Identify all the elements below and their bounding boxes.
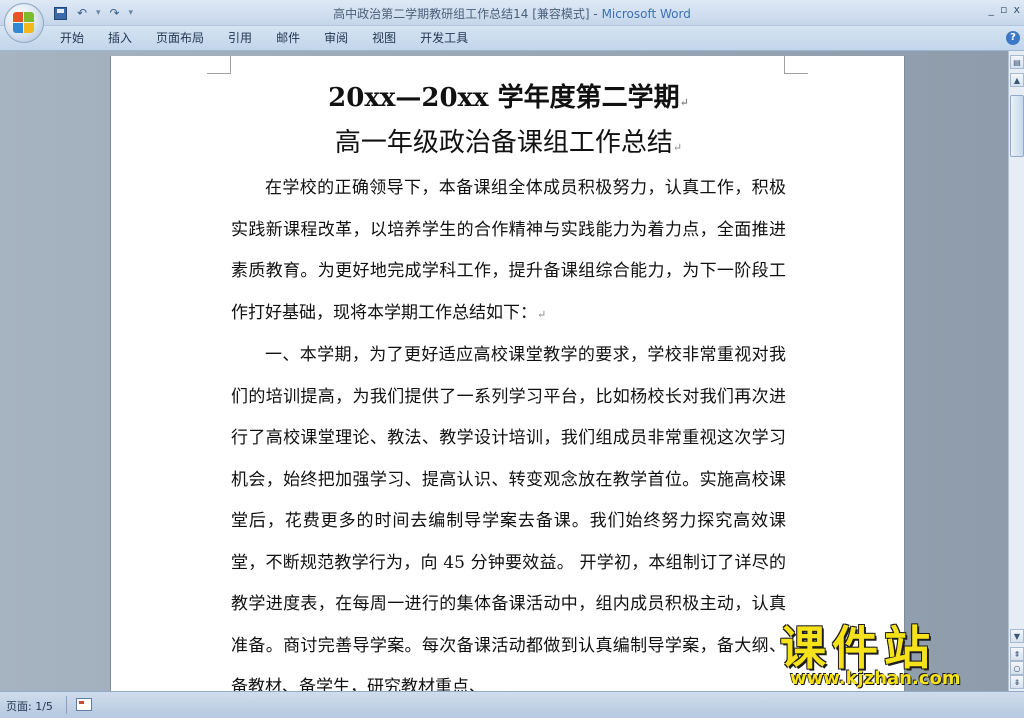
document-page[interactable]: 20xx—20xx 学年度第二学期↵ 高一年级政治备课组工作总结↵ 在学校的正确… <box>110 56 905 691</box>
scroll-thumb[interactable] <box>1010 95 1024 157</box>
window-controls: _ ▫ x <box>989 3 1020 16</box>
ribbon-tab-bar: 开始 插入 页面布局 引用 邮件 审阅 视图 开发工具 ? <box>0 26 1024 51</box>
paragraph-mark: ↵ <box>679 96 689 109</box>
paragraph-mark: ↵ <box>672 141 683 154</box>
margin-corner-top-right <box>784 56 808 74</box>
tab-mailings[interactable]: 邮件 <box>264 26 312 51</box>
watermark-logo: 课件站 www.kjzhan.com <box>770 612 1010 692</box>
document-heading-1: 20xx—20xx 学年度第二学期↵ <box>328 83 689 113</box>
select-browse-object-button[interactable]: ○ <box>1010 661 1024 675</box>
tab-references[interactable]: 引用 <box>216 26 264 51</box>
ruler-toggle-icon[interactable]: ▤ <box>1010 55 1024 69</box>
watermark-url: www.kjzhan.com <box>790 668 961 689</box>
next-page-button[interactable]: ⇟ <box>1010 675 1024 689</box>
previous-page-button[interactable]: ⇞ <box>1010 647 1024 661</box>
status-divider <box>66 696 67 714</box>
paragraph-section-1: 一、本学期，为了更好适应高校课堂教学的要求，学校非常重视对我们的培训提高，为我们… <box>231 345 786 691</box>
window-title: 高中政治第二学期教研组工作总结14 [兼容模式] - Microsoft Wor… <box>0 5 1024 22</box>
tab-page-layout[interactable]: 页面布局 <box>144 26 216 51</box>
document-workspace: 20xx—20xx 学年度第二学期↵ 高一年级政治备课组工作总结↵ 在学校的正确… <box>0 51 1008 691</box>
paragraph-mark: ↵ <box>537 307 547 321</box>
page-count-status[interactable]: 页面: 1/5 <box>6 698 53 714</box>
title-separator: - <box>589 7 602 21</box>
minimize-button[interactable]: _ <box>989 3 995 16</box>
proofing-status-icon[interactable] <box>76 698 92 711</box>
margin-corner-top-left <box>207 56 231 74</box>
document-heading-2: 高一年级政治备课组工作总结↵ <box>334 128 683 158</box>
vertical-scrollbar[interactable]: ▤ ▲ ▼ ⇞ ○ ⇟ <box>1008 51 1024 691</box>
app-name: Microsoft Word <box>601 7 691 21</box>
office-logo-icon <box>13 12 35 34</box>
document-title: 高中政治第二学期教研组工作总结14 [兼容模式] <box>333 7 590 21</box>
tab-developer[interactable]: 开发工具 <box>408 26 480 51</box>
title-bar: ↶ ▾ ↷ ▾ 高中政治第二学期教研组工作总结14 [兼容模式] - Micro… <box>0 0 1024 26</box>
close-button[interactable]: x <box>1013 3 1020 16</box>
document-body[interactable]: 20xx—20xx 学年度第二学期↵ 高一年级政治备课组工作总结↵ 在学校的正确… <box>231 78 786 691</box>
scroll-down-button[interactable]: ▼ <box>1010 629 1024 643</box>
tab-insert[interactable]: 插入 <box>96 26 144 51</box>
tab-view[interactable]: 视图 <box>360 26 408 51</box>
office-button[interactable] <box>4 3 44 43</box>
help-button[interactable]: ? <box>1006 31 1020 45</box>
restore-button[interactable]: ▫ <box>1000 3 1007 16</box>
tab-home[interactable]: 开始 <box>48 26 96 51</box>
tab-review[interactable]: 审阅 <box>312 26 360 51</box>
scroll-up-button[interactable]: ▲ <box>1010 73 1024 87</box>
paragraph-intro: 在学校的正确领导下，本备课组全体成员积极努力，认真工作，积极实践新课程改革，以培… <box>231 178 786 323</box>
status-bar: 页面: 1/5 <box>0 691 1024 718</box>
